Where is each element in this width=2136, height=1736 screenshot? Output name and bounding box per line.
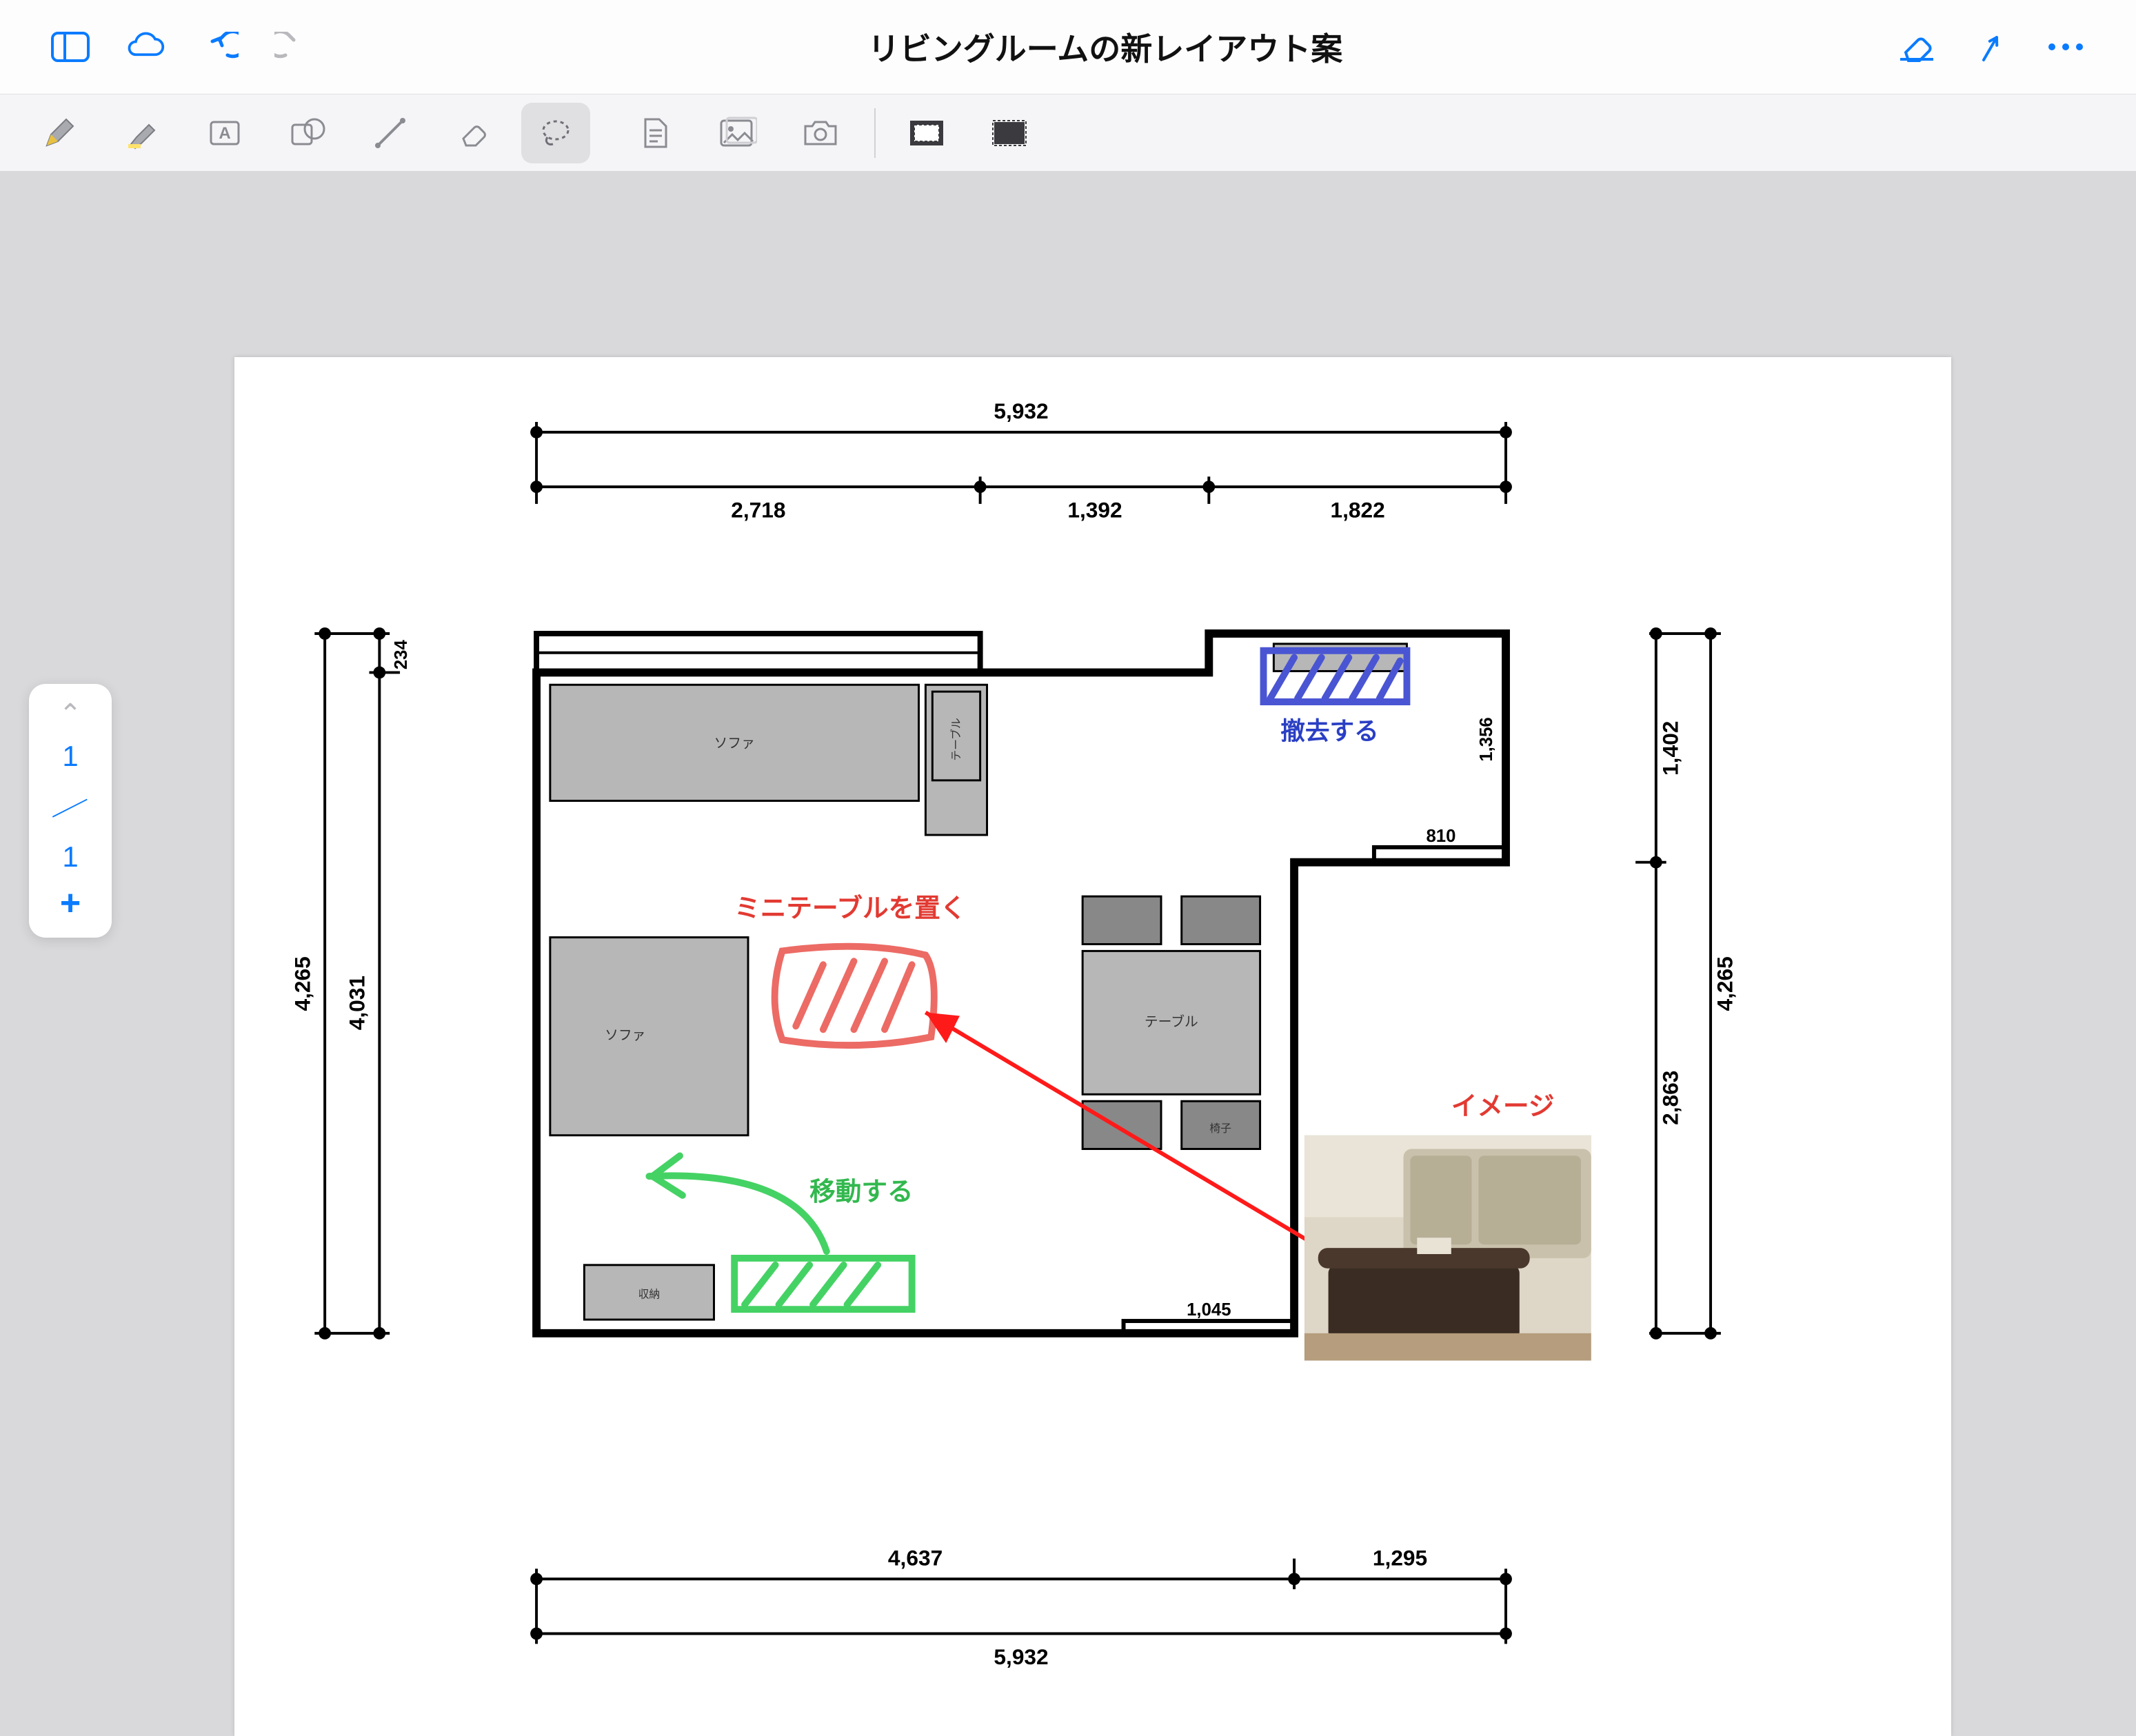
svg-text:収納: 収納: [638, 1288, 661, 1300]
svg-text:椅子: 椅子: [1209, 1122, 1231, 1135]
svg-text:1,392: 1,392: [1067, 498, 1122, 523]
redo-button[interactable]: [273, 26, 314, 68]
image-tool[interactable]: [703, 103, 772, 163]
page-tool[interactable]: [621, 103, 689, 163]
text-tool[interactable]: A: [190, 103, 259, 163]
svg-text:ソファ: ソファ: [714, 736, 755, 751]
eraser-tool[interactable]: [439, 103, 507, 163]
dim-top-split: 2,718 1,392 1,822: [530, 476, 1512, 522]
topbar: リビングルームの新レイアウト案: [0, 0, 2136, 94]
crop-tool-b[interactable]: [975, 103, 1044, 163]
canvas[interactable]: 5,932 2,718 1,392 1,822 4,265: [0, 171, 2136, 1564]
svg-text:234: 234: [392, 640, 411, 670]
svg-text:4,265: 4,265: [1713, 956, 1737, 1011]
furniture-group: ソファ テーブル ソファ テーブル 椅子 収納: [550, 644, 1407, 1320]
sidebar-toggle-button[interactable]: [50, 26, 91, 68]
page[interactable]: 5,932 2,718 1,392 1,822 4,265: [234, 357, 1951, 1736]
svg-text:4,637: 4,637: [888, 1545, 943, 1570]
svg-text:2,863: 2,863: [1658, 1071, 1683, 1125]
page-total: 1: [62, 841, 78, 873]
highlighter-tool[interactable]: [108, 103, 177, 163]
svg-text:2,718: 2,718: [731, 498, 785, 523]
svg-text:1,402: 1,402: [1658, 721, 1683, 776]
page-up-button[interactable]: ⌃: [59, 700, 82, 728]
svg-text:1,356: 1,356: [1477, 717, 1496, 761]
page-slash: ／: [49, 781, 92, 832]
svg-text:810: 810: [1426, 827, 1455, 846]
crop-tool-a[interactable]: [892, 103, 961, 163]
svg-text:1,045: 1,045: [1187, 1300, 1231, 1320]
floor-plan: 5,932 2,718 1,392 1,822 4,265: [234, 357, 1951, 1736]
line-tool[interactable]: [356, 103, 425, 163]
document-title[interactable]: リビングルームの新レイアウト案: [314, 24, 1896, 70]
svg-text:5,932: 5,932: [994, 398, 1048, 423]
toolbar: A: [0, 94, 2136, 172]
svg-text:1,822: 1,822: [1331, 498, 1385, 523]
cloud-icon[interactable]: [124, 26, 165, 68]
svg-text:ソファ: ソファ: [605, 1028, 645, 1043]
svg-text:4,265: 4,265: [290, 956, 314, 1011]
toolbar-separator: [874, 108, 876, 158]
svg-text:テーブル: テーブル: [1145, 1013, 1198, 1029]
svg-text:テーブル: テーブル: [949, 718, 963, 761]
annotation-image: イメージ: [1304, 1091, 1591, 1360]
pen-tool[interactable]: [25, 103, 94, 163]
svg-text:4,031: 4,031: [345, 976, 370, 1030]
svg-text:移動する: 移動する: [809, 1177, 913, 1206]
page-current[interactable]: 1: [62, 740, 78, 772]
svg-text:1,295: 1,295: [1373, 1545, 1427, 1570]
dim-left-inner: 234 4,031: [345, 627, 411, 1340]
svg-text:ミニテーブルを置く: ミニテーブルを置く: [734, 894, 966, 922]
eraser-mode-button[interactable]: [1896, 26, 1937, 68]
pencil-mode-button[interactable]: [1971, 26, 2012, 68]
svg-text:撤去する: 撤去する: [1280, 717, 1379, 745]
page-add-button[interactable]: +: [60, 885, 81, 921]
dim-right-split: 1,402 2,863: [1635, 627, 1682, 1340]
svg-text:イメージ: イメージ: [1451, 1091, 1555, 1120]
dim-bottom-total: 5,932: [530, 1628, 1512, 1669]
dim-bottom-split: 4,637 1,295: [530, 1545, 1512, 1644]
dim-left-total: 4,265: [290, 627, 390, 1340]
undo-button[interactable]: [199, 26, 240, 68]
page-navigator[interactable]: ⌃ 1 ／ 1 +: [29, 684, 112, 938]
more-button[interactable]: [2045, 26, 2086, 68]
svg-text:A: A: [219, 124, 230, 143]
lasso-tool[interactable]: [521, 103, 590, 163]
camera-tool[interactable]: [786, 103, 855, 163]
shape-tool[interactable]: [273, 103, 342, 163]
svg-text:5,932: 5,932: [994, 1644, 1048, 1669]
